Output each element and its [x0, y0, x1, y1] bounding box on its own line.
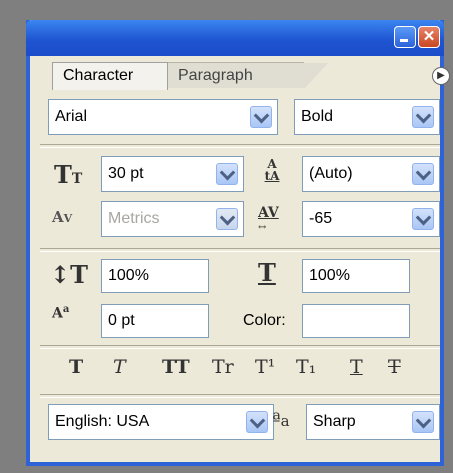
- tracking-icon: AV: [258, 205, 279, 221]
- language-dropdown[interactable]: [246, 411, 268, 433]
- separator: [40, 345, 440, 349]
- close-button[interactable]: ✕: [418, 26, 440, 48]
- panel-menu-button[interactable]: ▶: [432, 67, 450, 85]
- anti-alias-icon: ªa: [272, 410, 290, 431]
- separator: [40, 144, 440, 148]
- title-bar[interactable]: ✕: [26, 20, 444, 56]
- anti-alias-dropdown[interactable]: [412, 411, 434, 433]
- all-caps-button[interactable]: TT: [162, 356, 190, 378]
- tracking-dropdown[interactable]: [412, 208, 434, 230]
- subscript-button[interactable]: T₁: [296, 356, 316, 378]
- kerning-dropdown: [216, 208, 238, 230]
- font-style-dropdown[interactable]: [412, 106, 434, 128]
- leading-icon: AtA: [264, 157, 280, 183]
- font-family-dropdown[interactable]: [250, 106, 272, 128]
- tab-strip: Character Paragraph ▶: [30, 58, 450, 90]
- close-icon: ✕: [422, 28, 436, 45]
- anti-alias-value: Sharp: [313, 413, 356, 430]
- separator: [40, 394, 440, 398]
- baseline-shift-field[interactable]: 0 pt: [101, 304, 209, 338]
- font-family-field[interactable]: Arial: [48, 99, 278, 135]
- language-value: English: USA: [55, 413, 150, 430]
- underline-button[interactable]: T: [350, 356, 363, 378]
- font-size-dropdown[interactable]: [216, 163, 238, 185]
- font-size-value: 30 pt: [108, 165, 144, 182]
- kerning-value: Metrics: [108, 210, 160, 227]
- leading-value: (Auto): [309, 165, 353, 182]
- language-field[interactable]: English: USA: [48, 404, 274, 440]
- baseline-shift-value: 0 pt: [108, 312, 135, 329]
- horizontal-scale-field[interactable]: 100%: [302, 259, 410, 293]
- kerning-icon: AV: [52, 208, 73, 226]
- horizontal-scale-icon: T: [258, 258, 276, 287]
- color-label: Color:: [243, 312, 286, 329]
- faux-italic-button[interactable]: T: [113, 356, 126, 378]
- baseline-shift-icon: Aa: [52, 304, 70, 322]
- color-swatch[interactable]: [302, 304, 410, 338]
- faux-bold-button[interactable]: T: [69, 356, 83, 378]
- tab-character[interactable]: Character: [52, 62, 168, 90]
- horizontal-scale-value: 100%: [309, 267, 350, 284]
- separator: [40, 248, 440, 252]
- vertical-scale-icon: ↕T: [50, 260, 88, 289]
- vertical-scale-field[interactable]: 100%: [101, 259, 209, 293]
- font-family-value: Arial: [55, 108, 88, 125]
- tracking-value: -65: [309, 210, 333, 227]
- tab-paragraph[interactable]: Paragraph: [168, 62, 328, 89]
- leading-dropdown[interactable]: [412, 163, 434, 185]
- vertical-scale-value: 100%: [108, 267, 149, 284]
- small-caps-button[interactable]: Tr: [212, 356, 234, 378]
- minimize-button[interactable]: [394, 26, 416, 48]
- strikethrough-button[interactable]: T: [388, 356, 401, 378]
- font-size-icon: TT: [54, 160, 83, 189]
- superscript-button[interactable]: T¹: [255, 356, 275, 378]
- tracking-arrow-icon: ↔: [258, 222, 267, 233]
- font-style-value: Bold: [301, 108, 334, 125]
